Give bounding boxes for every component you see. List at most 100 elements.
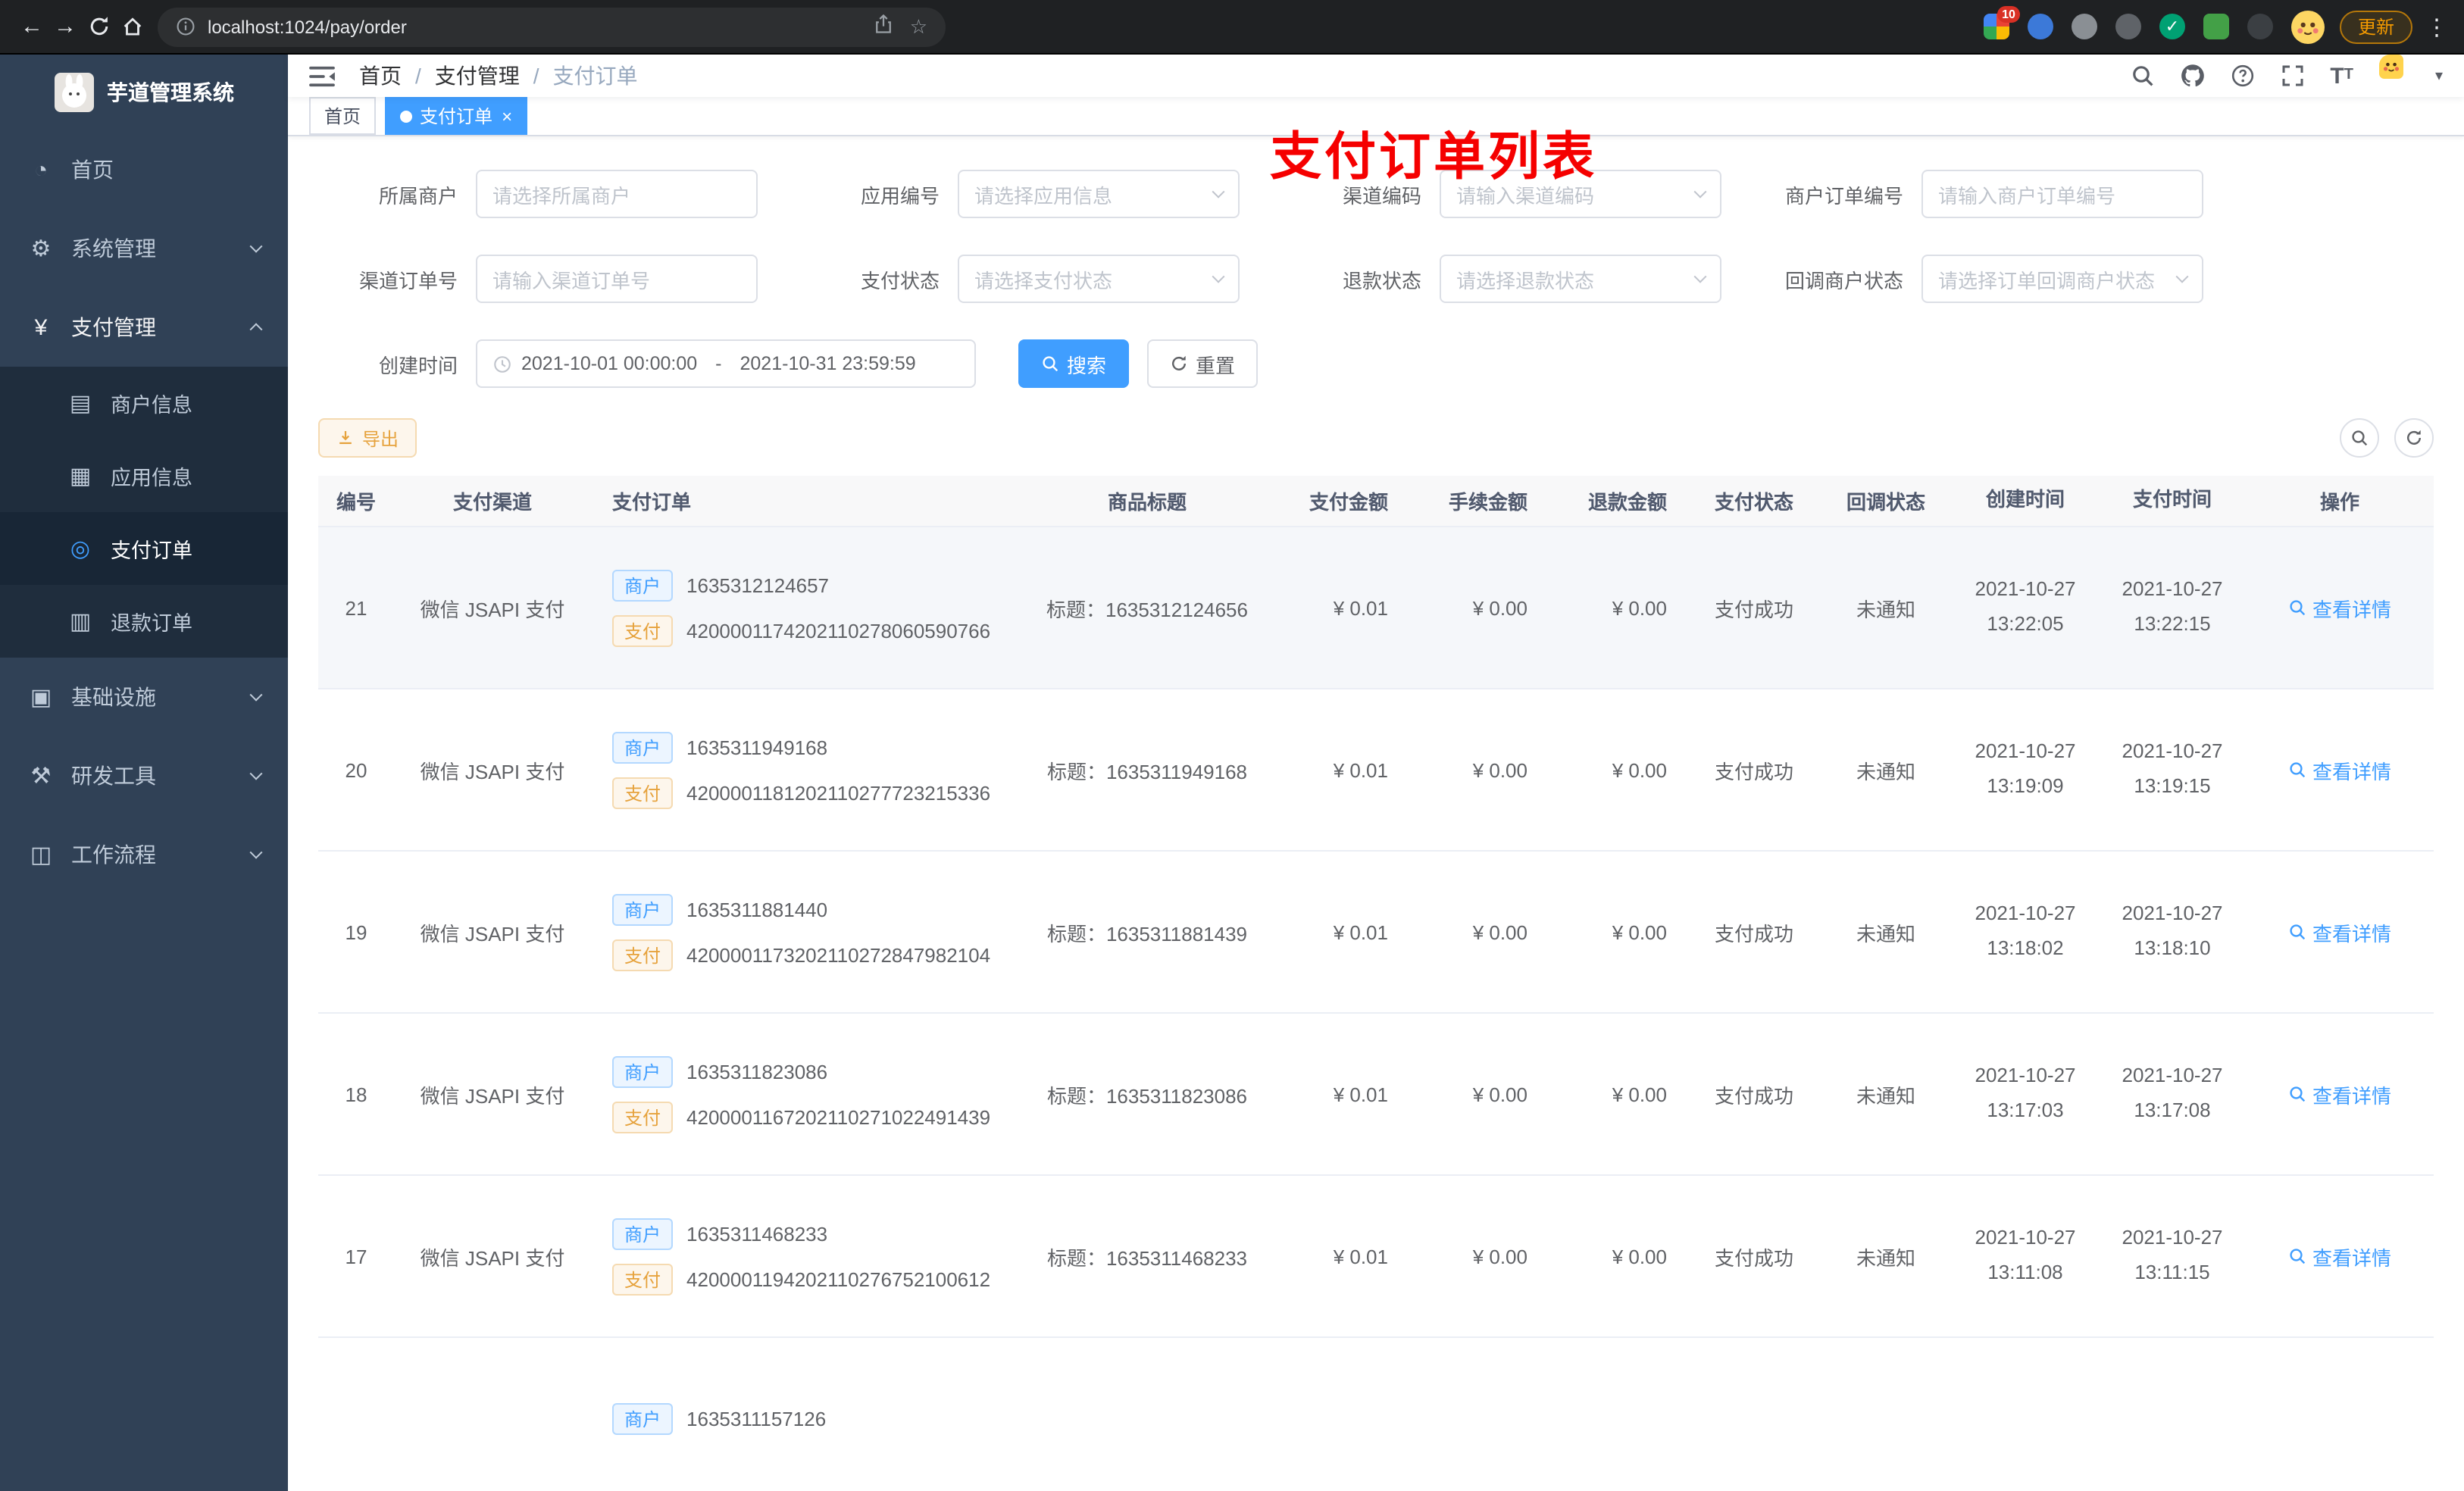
breadcrumb-item[interactable]: 首页 (359, 61, 402, 91)
cell-pay-amount: ¥ 0.01 (1333, 758, 1388, 781)
browser-toolbar: ← → localhost:1024/pay/order ☆ 10 ✓ 更新 ⋮ (0, 0, 2464, 55)
view-detail-link[interactable]: 查看详情 (2288, 1242, 2391, 1271)
home-icon[interactable] (115, 8, 149, 45)
sidebar-item-home[interactable]: ◔ 首页 (0, 130, 288, 209)
share-icon[interactable] (874, 14, 895, 39)
filter-label-pay-status: 支付状态 (860, 269, 940, 292)
cell-pay-amount: ¥ 0.01 (1333, 1083, 1388, 1105)
callback-status-select[interactable]: 请选择订单回调商户状态 (1921, 255, 2203, 303)
github-icon[interactable] (2180, 64, 2204, 88)
view-detail-link[interactable]: 查看详情 (2288, 593, 2391, 622)
pay-tag: 支付 (612, 1263, 674, 1295)
bookmark-star-icon[interactable]: ☆ (910, 14, 927, 39)
cell-pay-time: 2021-10-27 13:22:15 (2122, 577, 2223, 636)
back-icon[interactable]: ← (15, 8, 48, 45)
user-avatar[interactable] (2378, 55, 2422, 97)
refresh-table-button[interactable] (2394, 418, 2434, 458)
search-button[interactable]: 搜索 (1018, 339, 1130, 388)
breadcrumb-item[interactable]: 支付管理 (435, 61, 520, 91)
column-header: 支付状态 (1714, 491, 1793, 514)
cell-pay-order: 商户 1635312124657 支付 42000011742021102780605… (591, 569, 1024, 646)
workflow-icon: ◫ (30, 842, 52, 868)
sidebar-item-refund-order[interactable]: ▥ 退款订单 (0, 585, 288, 658)
sidebar-item-merchant-info[interactable]: ▤ 商户信息 (0, 367, 288, 439)
site-info-icon[interactable] (176, 17, 195, 36)
search-icon[interactable] (2130, 64, 2154, 88)
payment-submenu: ▤ 商户信息 ▦ 应用信息 ◎ 支付订单 ▥ 退款订单 (0, 367, 288, 658)
cell-id: 21 (345, 596, 367, 619)
create-time-range-picker[interactable]: 2021-10-01 00:00:00 - 2021-10-31 23:59:5… (476, 339, 976, 388)
sidebar-item-system-management[interactable]: ⚙ 系统管理 (0, 209, 288, 288)
dashboard-icon: ◔ (33, 157, 48, 183)
app-logo[interactable]: 芋道管理系统 (0, 55, 288, 130)
column-header: 退款金额 (1587, 491, 1667, 514)
merchant-tag: 商户 (612, 893, 674, 925)
sidebar-item-workflow[interactable]: ◫ 工作流程 (0, 815, 288, 894)
extension-icon[interactable]: 10 (1983, 6, 2020, 39)
tab-home[interactable]: 首页 (309, 97, 377, 135)
refund-order-icon: ▥ (69, 609, 92, 635)
chevron-down-icon (1212, 270, 1225, 283)
merchant-order-no-input[interactable]: 请输入商户订单编号 (1921, 170, 2203, 218)
extension-icon[interactable] (2203, 14, 2229, 39)
pay-tag: 支付 (612, 1101, 674, 1133)
extension-icon[interactable] (2071, 14, 2097, 39)
table-row: 商户 1635311157126 (318, 1338, 2434, 1491)
browser-profile-avatar[interactable] (2290, 10, 2325, 43)
sidebar-item-pay-order[interactable]: ◎ 支付订单 (0, 512, 288, 585)
cell-notify-status: 未通知 (1856, 922, 1915, 945)
font-size-icon[interactable]: TT (2330, 64, 2353, 87)
cell-refund-amount: ¥ 0.00 (1612, 1083, 1667, 1105)
tab-pay-order[interactable]: 支付订单 × (385, 97, 528, 135)
sidebar-item-app-info[interactable]: ▦ 应用信息 (0, 439, 288, 512)
cell-pay-time: 2021-10-27 13:17:08 (2122, 1064, 2223, 1122)
chevron-down-icon[interactable]: ▾ (2435, 67, 2443, 84)
pay-order-icon: ◎ (70, 536, 91, 562)
table-body: 21 微信 JSAPI 支付 商户 1635312124657 支付 4200001174… (318, 527, 2434, 1491)
filter-label-channel-order-no: 渠道订单号 (358, 269, 458, 292)
extension-icon[interactable] (2115, 14, 2141, 39)
merchant-select[interactable]: 请选择所属商户 (476, 170, 758, 218)
sidebar-item-infrastructure[interactable]: ▣ 基础设施 (0, 658, 288, 736)
pay-status-select[interactable]: 请选择支付状态 (958, 255, 1240, 303)
chevron-down-icon (249, 239, 263, 253)
browser-menu-icon[interactable]: ⋮ (2425, 13, 2449, 40)
address-bar[interactable]: localhost:1024/pay/order ☆ (158, 7, 946, 46)
view-detail-link[interactable]: 查看详情 (2288, 755, 2391, 784)
sidebar-collapse-icon[interactable] (309, 64, 335, 87)
refresh-icon[interactable] (82, 8, 115, 45)
fullscreen-icon[interactable] (2280, 64, 2304, 88)
cell-operations: 查看详情 (2246, 1080, 2434, 1108)
sidebar-item-payment-management[interactable]: ¥ 支付管理 (0, 288, 288, 367)
channel-order-no-input[interactable]: 请输入渠道订单号 (476, 255, 758, 303)
cell-pay-time: 2021-10-27 13:19:15 (2122, 739, 2223, 798)
close-icon[interactable]: × (500, 107, 512, 125)
extension-icon[interactable] (2027, 14, 2053, 39)
app-no-select[interactable]: 请选择应用信息 (958, 170, 1240, 218)
merchant-order-no: 1635311881440 (686, 898, 828, 921)
refresh-icon (2407, 430, 2421, 445)
cell-operations: 查看详情 (2246, 917, 2434, 946)
reset-button[interactable]: 重置 (1147, 339, 1259, 388)
view-detail-link[interactable]: 查看详情 (2288, 1080, 2391, 1108)
forward-icon[interactable]: → (48, 8, 82, 45)
chevron-down-icon (2175, 270, 2189, 283)
browser-update-button[interactable]: 更新 (2339, 10, 2412, 43)
cell-product-title: 标题：1635311881439 (1046, 922, 1248, 945)
toggle-search-button[interactable] (2340, 418, 2379, 458)
sidebar-item-dev-tools[interactable]: ⚒ 研发工具 (0, 736, 288, 815)
channel-code-select[interactable]: 请输入渠道编码 (1440, 170, 1721, 218)
extension-icon[interactable]: ✓ (2159, 14, 2185, 39)
help-icon[interactable] (2230, 64, 2254, 88)
cell-pay-order: 商户 1635311157126 (591, 1402, 1024, 1434)
extension-icon[interactable] (2247, 14, 2273, 39)
refund-status-select[interactable]: 请选择退款状态 (1440, 255, 1721, 303)
sidebar: 芋道管理系统 ◔ 首页 ⚙ 系统管理 ¥ 支付管理 ▤ 商户信息 ▦ 应用信息 … (0, 55, 288, 1491)
chevron-down-icon (1693, 185, 1707, 198)
filter-label-channel-code: 渠道编码 (1342, 184, 1421, 207)
view-detail-link[interactable]: 查看详情 (2288, 917, 2391, 946)
cell-notify-status: 未通知 (1856, 1246, 1915, 1269)
cell-pay-status: 支付成功 (1714, 1084, 1793, 1107)
column-header: 回调状态 (1846, 491, 1925, 514)
export-button[interactable]: 导出 (318, 418, 417, 458)
